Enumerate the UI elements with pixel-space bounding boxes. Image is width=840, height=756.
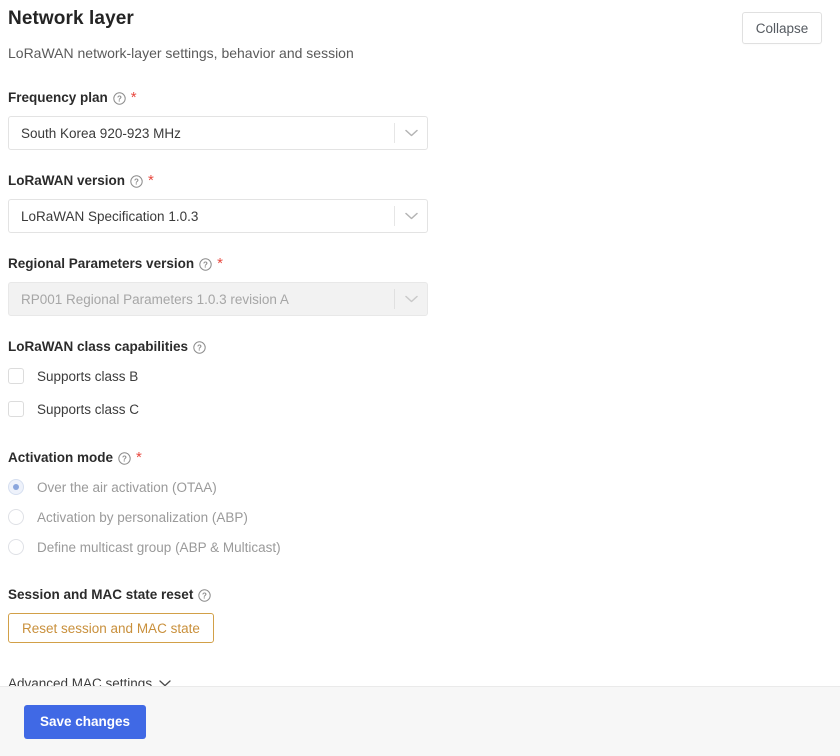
checkbox-label: Supports class B	[37, 368, 139, 384]
reset-session-button[interactable]: Reset session and MAC state	[8, 613, 214, 643]
frequency-plan-value: South Korea 920-923 MHz	[21, 125, 181, 141]
radio-otaa: Over the air activation (OTAA)	[8, 476, 832, 498]
radio-circle	[8, 539, 24, 555]
help-icon[interactable]: ?	[193, 340, 206, 354]
radio-label: Define multicast group (ABP & Multicast)	[37, 539, 281, 555]
frequency-plan-label: Frequency plan ? *	[8, 89, 832, 107]
lorawan-version-select[interactable]: LoRaWAN Specification 1.0.3	[8, 199, 428, 233]
svg-text:?: ?	[203, 260, 208, 269]
lorawan-version-value: LoRaWAN Specification 1.0.3	[21, 208, 199, 224]
radio-label: Activation by personalization (ABP)	[37, 509, 248, 525]
field-frequency-plan: Frequency plan ? * South Korea 920-923 M…	[8, 89, 832, 150]
checkbox-box[interactable]	[8, 401, 24, 417]
svg-text:?: ?	[202, 591, 207, 600]
radio-label: Over the air activation (OTAA)	[37, 479, 217, 495]
save-changes-button[interactable]: Save changes	[24, 704, 147, 739]
chevron-down-icon[interactable]	[395, 129, 427, 137]
field-regional-parameters-version: Regional Parameters version ? * RP001 Re…	[8, 255, 832, 316]
class-capabilities-label: LoRaWAN class capabilities ?	[8, 338, 832, 356]
network-layer-panel: Network layer LoRaWAN network-layer sett…	[0, 0, 840, 691]
chevron-down-icon[interactable]	[395, 212, 427, 220]
radio-abp: Activation by personalization (ABP)	[8, 506, 832, 528]
radio-multicast: Define multicast group (ABP & Multicast)	[8, 536, 832, 558]
class-capabilities-label-text: LoRaWAN class capabilities	[8, 339, 189, 354]
page-title: Network layer	[8, 8, 134, 29]
regional-parameters-version-label-text: Regional Parameters version	[8, 256, 195, 271]
required-indicator: *	[217, 255, 223, 272]
regional-parameters-version-select: RP001 Regional Parameters 1.0.3 revision…	[8, 282, 428, 316]
field-activation-mode: Activation mode ? * Over the air activat…	[8, 449, 832, 558]
checkbox-box[interactable]	[8, 368, 24, 384]
field-session-reset: Session and MAC state reset ? Reset sess…	[8, 586, 832, 643]
lorawan-version-label: LoRaWAN version ? *	[8, 172, 832, 190]
checkbox-supports-class-c[interactable]: Supports class C	[8, 398, 832, 420]
frequency-plan-label-text: Frequency plan	[8, 90, 108, 105]
field-class-capabilities: LoRaWAN class capabilities ? Supports cl…	[8, 338, 832, 420]
svg-text:?: ?	[117, 94, 122, 103]
lorawan-version-label-text: LoRaWAN version	[8, 173, 126, 188]
activation-mode-label: Activation mode ? *	[8, 449, 832, 467]
help-icon[interactable]: ?	[130, 174, 143, 188]
form-footer: Save changes	[0, 686, 840, 756]
session-reset-label-text: Session and MAC state reset	[8, 587, 194, 602]
session-reset-label: Session and MAC state reset ?	[8, 586, 832, 604]
help-icon[interactable]: ?	[199, 257, 212, 271]
collapse-button[interactable]: Collapse	[742, 12, 822, 44]
svg-text:?: ?	[134, 177, 139, 186]
regional-parameters-version-value: RP001 Regional Parameters 1.0.3 revision…	[21, 291, 289, 307]
page-subtitle: LoRaWAN network-layer settings, behavior…	[8, 45, 354, 61]
help-icon[interactable]: ?	[113, 91, 126, 105]
svg-text:?: ?	[122, 454, 127, 463]
help-icon[interactable]: ?	[118, 451, 131, 465]
field-lorawan-version: LoRaWAN version ? * LoRaWAN Specificatio…	[8, 172, 832, 233]
activation-mode-label-text: Activation mode	[8, 450, 114, 465]
svg-text:?: ?	[197, 343, 202, 352]
panel-header: Network layer LoRaWAN network-layer sett…	[0, 0, 840, 63]
checkbox-label: Supports class C	[37, 401, 140, 417]
radio-circle	[8, 479, 24, 495]
required-indicator: *	[148, 172, 154, 189]
required-indicator: *	[130, 89, 137, 106]
radio-circle	[8, 509, 24, 525]
required-indicator: *	[136, 449, 142, 466]
network-layer-form: Frequency plan ? * South Korea 920-923 M…	[0, 89, 840, 691]
checkbox-supports-class-b[interactable]: Supports class B	[8, 365, 832, 387]
help-icon[interactable]: ?	[198, 588, 212, 602]
regional-parameters-version-label: Regional Parameters version ? *	[8, 255, 832, 273]
frequency-plan-select[interactable]: South Korea 920-923 MHz	[8, 116, 428, 150]
chevron-down-icon	[395, 295, 427, 303]
